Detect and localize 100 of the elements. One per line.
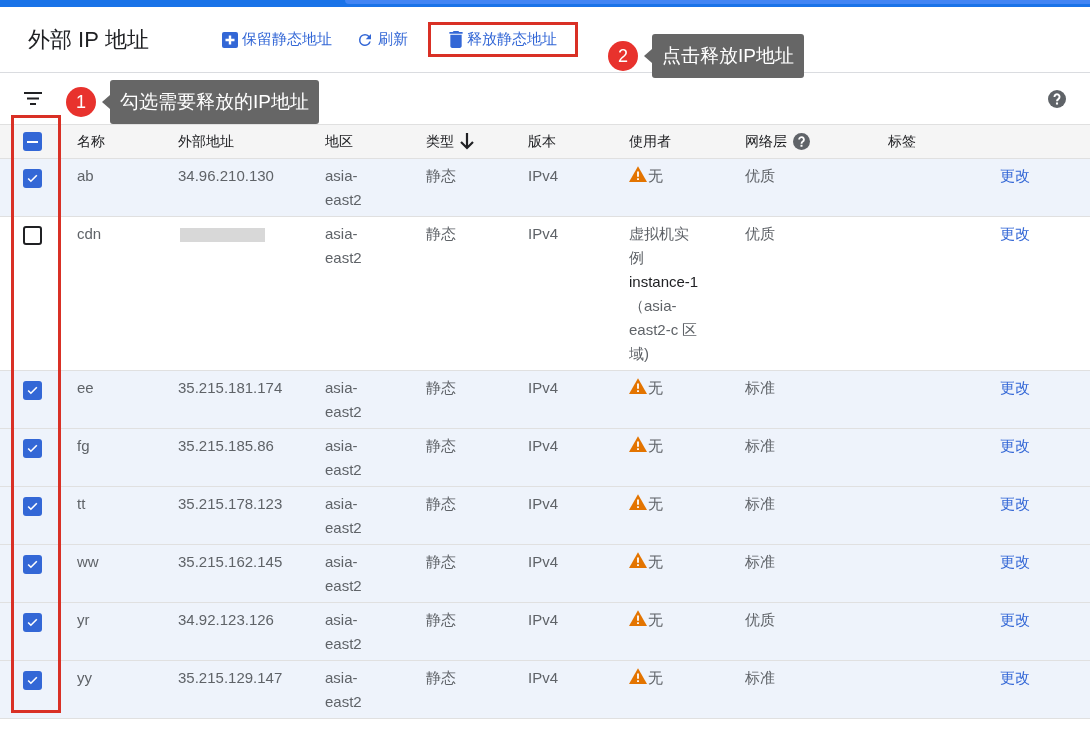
- table-cell: 静态: [426, 437, 456, 454]
- toolbar-button[interactable]: 释放静态地址: [428, 22, 578, 57]
- table-cell-text: asia-east2: [325, 552, 363, 596]
- table-cell: 静态: [426, 495, 456, 512]
- table-cell-text: 无: [648, 378, 663, 398]
- table-cell: 34.92.123.126: [178, 611, 274, 628]
- checkmark-icon: [26, 442, 39, 455]
- table-cell: 标准: [745, 669, 775, 686]
- table-cell: 标准: [745, 379, 775, 396]
- column-header: 地区: [325, 132, 353, 151]
- column-header: 网络层: [745, 132, 787, 151]
- table-cell-text: 虚拟机实例: [629, 224, 690, 268]
- checkmark-icon: [26, 172, 39, 185]
- warning-icon: [629, 668, 647, 684]
- column-header: 使用者: [629, 132, 671, 151]
- table-row[interactable]: ww 35.215.162.145 asia-east2 静态 IPv4 无 标准 更改: [0, 545, 1090, 603]
- table-cell: IPv4: [528, 225, 558, 242]
- edit-link[interactable]: 更改: [1000, 669, 1030, 686]
- table-row[interactable]: tt 35.215.178.123 asia-east2 静态 IPv4 无 标准 更改: [0, 487, 1090, 545]
- table-cell: tt: [77, 495, 86, 512]
- warning-icon: [629, 436, 647, 452]
- checkbox[interactable]: [23, 169, 42, 188]
- table-cell: 35.215.129.147: [178, 669, 283, 686]
- table-cell: 静态: [426, 167, 456, 184]
- filter-icon[interactable]: [24, 92, 42, 105]
- table-cell: IPv4: [528, 553, 558, 570]
- table-cell: ee: [77, 379, 94, 396]
- checkbox[interactable]: [23, 671, 42, 690]
- column-header: 外部地址: [178, 132, 234, 151]
- edit-link[interactable]: 更改: [1000, 379, 1030, 396]
- checkbox[interactable]: [23, 226, 42, 245]
- table-cell-text: （asia-east2-c 区域): [629, 296, 699, 364]
- table-cell: ww: [77, 553, 99, 570]
- table-cell-text: asia-east2: [325, 378, 363, 422]
- minus-icon: [27, 140, 38, 143]
- table-cell: ab: [77, 167, 94, 184]
- table-cell: fg: [77, 437, 90, 454]
- table-cell: 35.215.185.86: [178, 437, 274, 454]
- table-cell: IPv4: [528, 669, 558, 686]
- column-header: 名称: [77, 132, 105, 151]
- table-cell-text: 无: [648, 610, 663, 630]
- toolbar-button[interactable]: 刷新: [352, 22, 412, 57]
- checkmark-icon: [26, 674, 39, 687]
- warning-icon: [629, 610, 647, 626]
- help-icon[interactable]: [793, 133, 810, 150]
- table-cell: yr: [77, 611, 90, 628]
- step-number-badge: 1: [66, 87, 96, 117]
- table-cell: 标准: [745, 553, 775, 570]
- table-cell: cdn: [77, 225, 102, 242]
- table-row[interactable]: ab 34.96.210.130 asia-east2 静态 IPv4 无 优质 更改: [0, 159, 1090, 217]
- column-header: 版本: [528, 132, 556, 151]
- table-row[interactable]: ee 35.215.181.174 asia-east2 静态 IPv4 无 标准 更改: [0, 371, 1090, 429]
- table-cell-text: asia-east2: [325, 166, 363, 210]
- table-cell-text: asia-east2: [325, 494, 363, 538]
- trash-icon: [449, 31, 463, 48]
- table-cell-text: 无: [648, 552, 663, 572]
- table-cell: IPv4: [528, 379, 558, 396]
- table-row[interactable]: yy 35.215.129.147 asia-east2 静态 IPv4 无 标准 更改: [0, 661, 1090, 719]
- table-row[interactable]: yr 34.92.123.126 asia-east2 静态 IPv4 无 优质 更改: [0, 603, 1090, 661]
- table-cell: IPv4: [528, 611, 558, 628]
- column-header[interactable]: 类型: [426, 131, 454, 152]
- checkmark-icon: [26, 384, 39, 397]
- table-cell: 优质: [745, 225, 775, 242]
- table-cell-text: asia-east2: [325, 224, 363, 268]
- edit-link[interactable]: 更改: [1000, 167, 1030, 184]
- table-cell: 优质: [745, 611, 775, 628]
- table-cell-text: 无: [648, 494, 663, 514]
- warning-icon: [629, 378, 647, 394]
- table-cell: 标准: [745, 437, 775, 454]
- edit-link[interactable]: 更改: [1000, 553, 1030, 570]
- checkbox[interactable]: [23, 497, 42, 516]
- table-cell: 静态: [426, 611, 456, 628]
- table-cell-text: 无: [648, 436, 663, 456]
- edit-link[interactable]: 更改: [1000, 437, 1030, 454]
- checkbox[interactable]: [23, 613, 42, 632]
- edit-link[interactable]: 更改: [1000, 225, 1030, 242]
- table-row[interactable]: fg 35.215.185.86 asia-east2 静态 IPv4 无 标准 更改: [0, 429, 1090, 487]
- edit-link[interactable]: 更改: [1000, 495, 1030, 512]
- table-cell: 静态: [426, 225, 456, 242]
- table-cell: yy: [77, 669, 92, 686]
- warning-icon: [629, 494, 647, 510]
- help-icon[interactable]: [1048, 89, 1066, 108]
- checkbox[interactable]: [23, 439, 42, 458]
- warning-icon: [629, 166, 647, 182]
- table-cell: 静态: [426, 669, 456, 686]
- table-cell: 优质: [745, 167, 775, 184]
- table-cell: 35.215.178.123: [178, 495, 283, 512]
- toolbar-button[interactable]: 保留静态地址: [218, 22, 336, 57]
- checkbox[interactable]: [23, 132, 42, 151]
- instance-link[interactable]: instance-1: [629, 270, 701, 294]
- table-cell: IPv4: [528, 437, 558, 454]
- edit-link[interactable]: 更改: [1000, 611, 1030, 628]
- table-cell: 静态: [426, 553, 456, 570]
- sort-arrow-icon[interactable]: [460, 133, 474, 150]
- column-header: 标签: [888, 132, 916, 151]
- warning-icon: [629, 552, 647, 568]
- checkbox[interactable]: [23, 381, 42, 400]
- checkbox[interactable]: [23, 555, 42, 574]
- table-cell-text: 无: [648, 166, 663, 186]
- table-cell-text: asia-east2: [325, 436, 363, 480]
